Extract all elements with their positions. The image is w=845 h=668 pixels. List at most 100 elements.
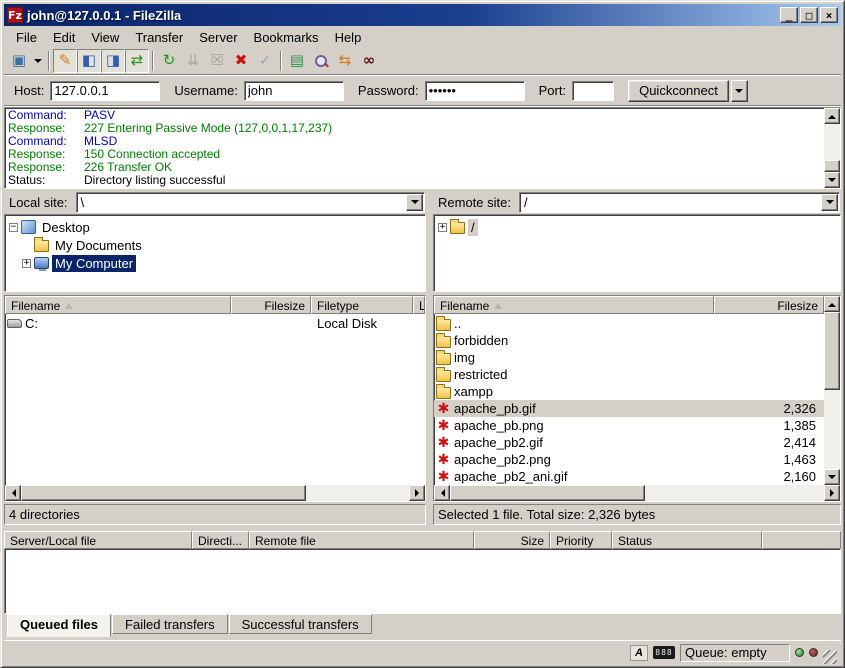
minimize-button[interactable]: _ xyxy=(780,7,798,23)
remote-file-row[interactable]: ✱apache_pb.png1,385 xyxy=(434,417,824,434)
remote-directory-tree[interactable]: + / xyxy=(433,214,841,292)
collapse-icon[interactable]: − xyxy=(9,223,18,232)
scrollbar-thumb[interactable] xyxy=(824,312,840,390)
tab-successful-transfers[interactable]: Successful transfers xyxy=(229,614,372,634)
host-input[interactable] xyxy=(50,81,160,101)
tab-failed-transfers[interactable]: Failed transfers xyxy=(112,614,228,634)
close-button[interactable]: × xyxy=(820,7,838,23)
menu-server[interactable]: Server xyxy=(191,28,245,47)
column-header-size[interactable]: Size xyxy=(474,531,550,549)
remote-horizontal-scrollbar[interactable] xyxy=(434,485,840,501)
directory-filters-button[interactable]: ▤ xyxy=(285,49,309,73)
log-vertical-scrollbar[interactable] xyxy=(824,108,840,188)
binoculars-icon: ∞ xyxy=(363,53,376,68)
scroll-up-button[interactable] xyxy=(824,296,840,312)
tree-item-root[interactable]: + / xyxy=(438,218,840,236)
remote-file-row[interactable]: img xyxy=(434,349,824,366)
title-bar[interactable]: Fz john@127.0.0.1 - FileZilla _ □ × xyxy=(4,4,841,26)
local-horizontal-scrollbar[interactable] xyxy=(5,485,425,501)
column-header-remote-file[interactable]: Remote file xyxy=(249,531,474,549)
local-file-row[interactable]: C: Local Disk xyxy=(5,315,425,332)
scrollbar-thumb[interactable] xyxy=(21,485,306,501)
speed-limit-indicator-icon[interactable]: 888 xyxy=(653,646,675,659)
filter-icon: ▤ xyxy=(290,53,304,68)
column-header-priority[interactable]: Priority xyxy=(550,531,612,549)
column-header-filesize[interactable]: Filesize xyxy=(231,296,311,314)
toggle-local-tree-button[interactable]: ◧ xyxy=(77,49,101,73)
resize-grip[interactable] xyxy=(823,650,837,664)
menu-transfer[interactable]: Transfer xyxy=(127,28,191,47)
menu-view[interactable]: View xyxy=(83,28,127,47)
local-directory-tree[interactable]: − Desktop My Documents + My Computer xyxy=(4,214,426,292)
remote-vertical-scrollbar[interactable] xyxy=(824,296,840,485)
remote-file-row[interactable]: .. xyxy=(434,315,824,332)
transfer-type-indicator-icon[interactable]: A xyxy=(630,645,648,661)
reconnect-button[interactable]: ✓ xyxy=(253,49,277,73)
column-header-direction[interactable]: Directi... xyxy=(192,531,249,549)
quickconnect-dropdown-button[interactable] xyxy=(731,80,748,102)
folder-icon xyxy=(436,387,451,399)
scrollbar-thumb[interactable] xyxy=(450,485,645,501)
column-header-status[interactable]: Status xyxy=(612,531,762,549)
refresh-button[interactable]: ↻ xyxy=(157,49,181,73)
tree-item-desktop[interactable]: − Desktop xyxy=(9,218,425,236)
menu-file[interactable]: File xyxy=(8,28,45,47)
scroll-down-button[interactable] xyxy=(824,469,840,485)
site-manager-dropdown-button[interactable] xyxy=(31,49,45,73)
scroll-left-button[interactable] xyxy=(5,485,21,501)
column-header-filetype[interactable]: Filetype xyxy=(311,296,413,314)
quickconnect-button[interactable]: Quickconnect xyxy=(628,80,729,102)
remote-site-combobox[interactable]: / xyxy=(519,192,840,213)
local-list-body[interactable]: C: Local Disk xyxy=(5,314,425,485)
remote-list-body[interactable]: .. forbidden img restricted xampp ✱apach… xyxy=(434,314,824,485)
scroll-right-button[interactable] xyxy=(409,485,425,501)
expand-icon[interactable]: + xyxy=(438,223,447,232)
scroll-right-button[interactable] xyxy=(824,485,840,501)
remote-file-row[interactable]: ✱apache_pb2.gif2,414 xyxy=(434,434,824,451)
tab-queued-files[interactable]: Queued files xyxy=(7,614,111,637)
sync-browsing-icon: ⇆ xyxy=(339,53,352,68)
combo-dropdown-button[interactable] xyxy=(406,194,423,211)
local-site-combobox[interactable]: \ xyxy=(76,192,425,213)
main-area: Local site: \ − Desktop My Documents xyxy=(4,190,841,525)
menu-edit[interactable]: Edit xyxy=(45,28,83,47)
remote-file-row[interactable]: xampp xyxy=(434,383,824,400)
toggle-message-log-button[interactable]: ✎ xyxy=(53,49,77,73)
pane-splitter[interactable] xyxy=(426,190,433,525)
toggle-queue-button[interactable]: ⇄ xyxy=(125,49,149,73)
username-input[interactable] xyxy=(244,81,344,101)
menu-help[interactable]: Help xyxy=(327,28,370,47)
message-log-body[interactable]: Command:PASV Response:227 Entering Passi… xyxy=(5,108,824,188)
synchronized-browsing-button[interactable]: ⇆ xyxy=(333,49,357,73)
remote-file-row[interactable]: restricted xyxy=(434,366,824,383)
expand-icon[interactable]: + xyxy=(22,259,31,268)
queue-body[interactable] xyxy=(4,549,841,614)
scroll-up-button[interactable] xyxy=(824,108,840,124)
combo-dropdown-button[interactable] xyxy=(821,194,838,211)
cancel-operation-button[interactable]: ☒ xyxy=(205,49,229,73)
disconnect-button[interactable]: ✖ xyxy=(229,49,253,73)
remote-file-row[interactable]: ✱apache_pb2.png1,463 xyxy=(434,451,824,468)
maximize-button[interactable]: □ xyxy=(800,7,818,23)
remote-file-row[interactable]: ✱apache_pb2_ani.gif2,160 xyxy=(434,468,824,485)
column-header-filename[interactable]: Filename xyxy=(5,296,231,314)
column-header-lastmodified[interactable]: L xyxy=(413,296,425,314)
password-input[interactable] xyxy=(425,81,525,101)
column-header-filename[interactable]: Filename xyxy=(434,296,714,314)
scroll-down-button[interactable] xyxy=(824,172,840,188)
tree-item-my-computer[interactable]: + My Computer xyxy=(22,254,425,272)
column-header-server-local-file[interactable]: Server/Local file xyxy=(4,531,192,549)
remote-file-row-selected[interactable]: ✱apache_pb.gif2,326 xyxy=(434,400,824,417)
scroll-left-button[interactable] xyxy=(434,485,450,501)
remote-file-row[interactable]: forbidden xyxy=(434,332,824,349)
process-queue-button[interactable]: ⇊ xyxy=(181,49,205,73)
file-search-button[interactable] xyxy=(309,49,333,73)
column-header-filesize[interactable]: Filesize xyxy=(714,296,824,314)
menu-bookmarks[interactable]: Bookmarks xyxy=(246,28,327,47)
directory-comparison-button[interactable]: ∞ xyxy=(357,49,381,73)
site-manager-button[interactable]: ▣ xyxy=(7,49,31,73)
port-input[interactable] xyxy=(572,81,614,101)
scrollbar-thumb[interactable] xyxy=(824,160,840,172)
tree-item-my-documents[interactable]: My Documents xyxy=(22,236,425,254)
toggle-remote-tree-button[interactable]: ◨ xyxy=(101,49,125,73)
